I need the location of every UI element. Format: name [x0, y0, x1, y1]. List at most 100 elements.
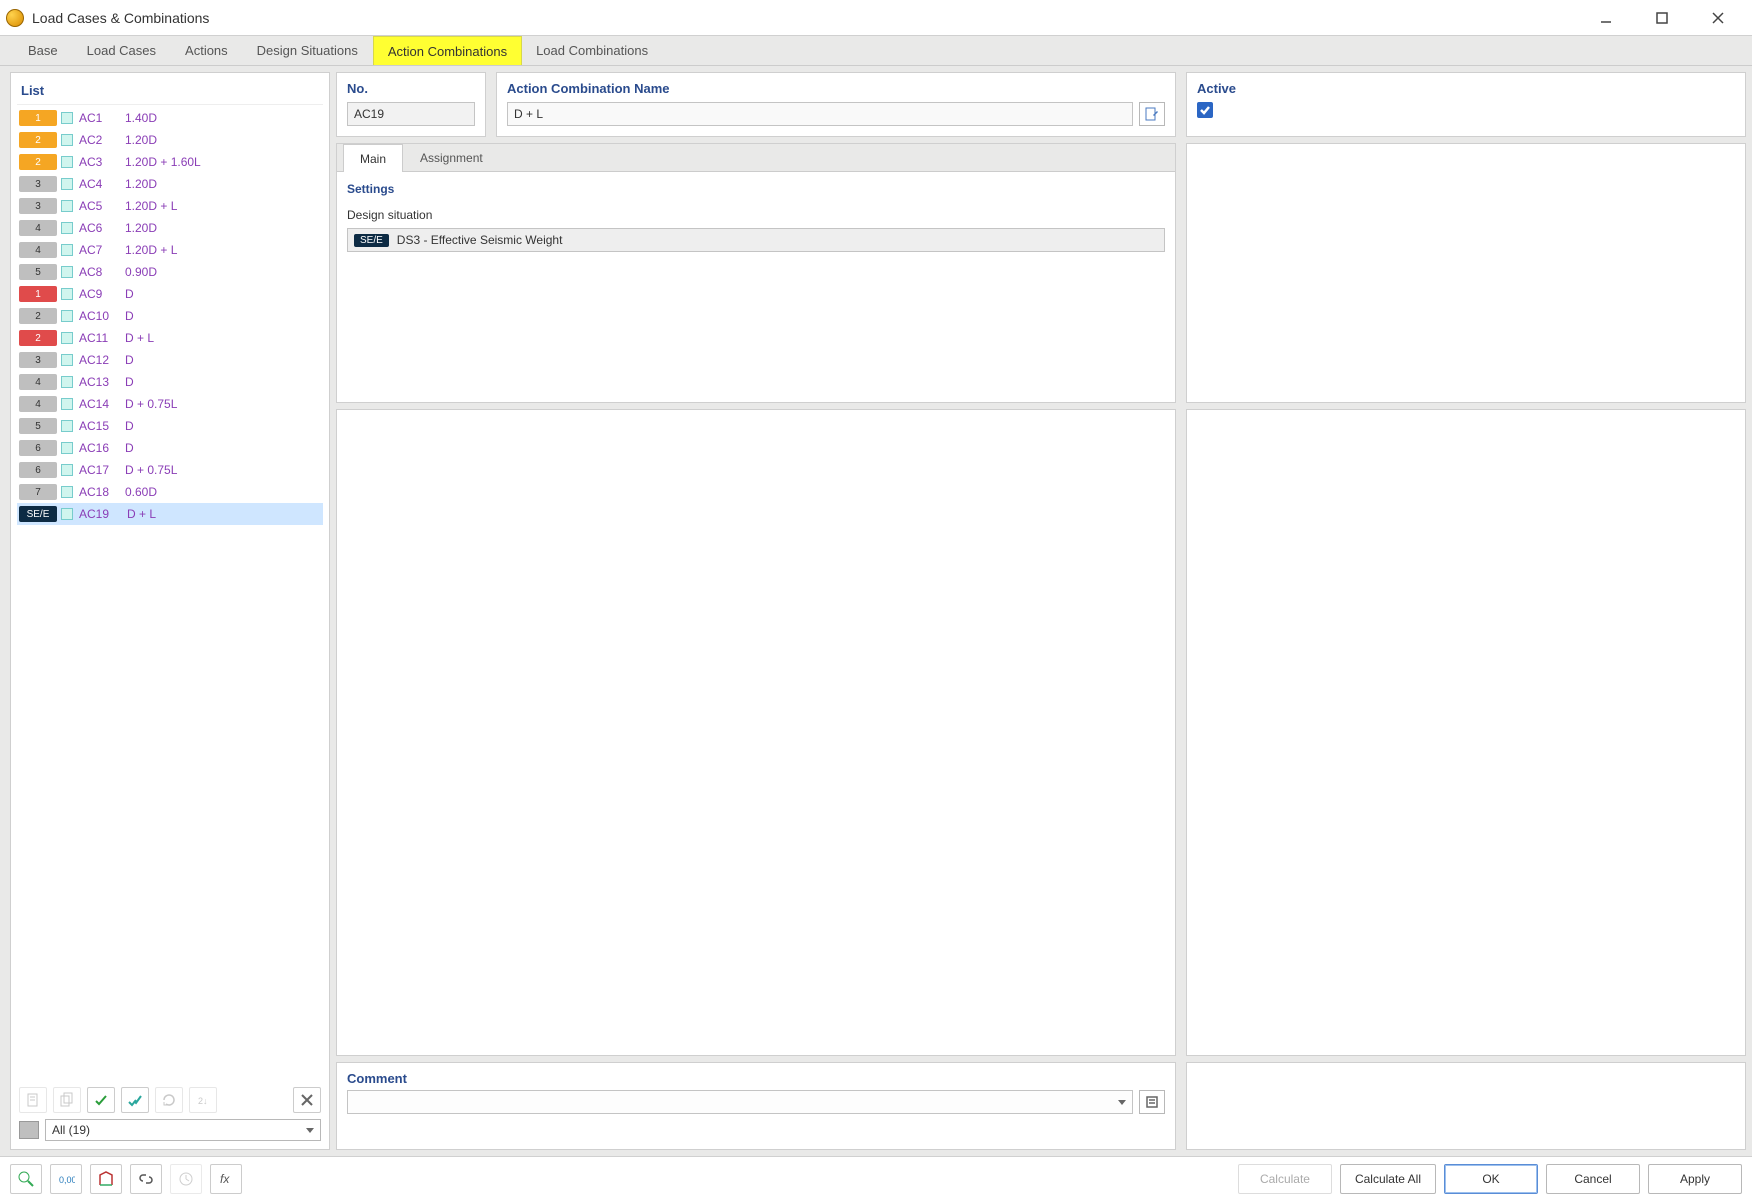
- minimize-button[interactable]: [1578, 0, 1634, 36]
- cancel-button[interactable]: Cancel: [1546, 1164, 1640, 1194]
- list-item[interactable]: 4AC71.20D + L: [17, 239, 323, 261]
- list-item-code: AC1: [79, 111, 125, 125]
- list-item[interactable]: 2AC31.20D + 1.60L: [17, 151, 323, 173]
- tb-search[interactable]: [10, 1164, 42, 1194]
- subtab-assignment[interactable]: Assignment: [403, 144, 500, 171]
- calculate-button[interactable]: Calculate: [1238, 1164, 1332, 1194]
- list-item[interactable]: 6 AC17D + 0.75L: [17, 459, 323, 481]
- list-item-code: AC2: [79, 133, 125, 147]
- tool-delete[interactable]: [293, 1087, 321, 1113]
- list-toolbar: 2↓: [17, 1081, 323, 1117]
- list-item[interactable]: SE/EAC19D + L: [17, 503, 323, 525]
- list-item-name: 1.20D: [125, 177, 323, 191]
- list-item-color-swatch: [61, 464, 73, 476]
- comment-header: Comment: [337, 1063, 1175, 1090]
- subtab-main[interactable]: Main: [343, 144, 403, 172]
- tb-units[interactable]: 0,00: [50, 1164, 82, 1194]
- list-item-code: AC12: [79, 353, 125, 367]
- tool-check-green[interactable]: [87, 1087, 115, 1113]
- list-item-code: AC6: [79, 221, 125, 235]
- calculate-all-button[interactable]: Calculate All: [1340, 1164, 1436, 1194]
- list-item-color-swatch: [61, 222, 73, 234]
- tab-load-cases[interactable]: Load Cases: [73, 36, 171, 65]
- list-item-name: D: [125, 419, 323, 433]
- tb-recompute[interactable]: [170, 1164, 202, 1194]
- list-item[interactable]: 2AC11D + L: [17, 327, 323, 349]
- tab-load-combinations[interactable]: Load Combinations: [522, 36, 663, 65]
- active-card: Active: [1186, 72, 1746, 137]
- name-card: Action Combination Name D + L: [496, 72, 1176, 137]
- tool-new[interactable]: [19, 1087, 47, 1113]
- list-item-name: D + L: [125, 507, 323, 521]
- comment-library-button[interactable]: [1139, 1090, 1165, 1114]
- design-situation-field[interactable]: SE/E DS3 - Effective Seismic Weight: [347, 228, 1165, 252]
- list-item-color-swatch: [61, 266, 73, 278]
- list-item-name: 0.90D: [125, 265, 323, 279]
- no-field[interactable]: AC19: [347, 102, 475, 126]
- filter-color-swatch[interactable]: [19, 1121, 39, 1139]
- list-area[interactable]: 1AC11.40D2AC21.20D2AC31.20D + 1.60L3AC41…: [17, 104, 323, 1081]
- tb-structure[interactable]: [90, 1164, 122, 1194]
- list-item[interactable]: 5AC80.90D: [17, 261, 323, 283]
- list-item-name: D + 0.75L: [125, 463, 323, 477]
- list-item-badge: 7: [19, 484, 57, 500]
- filter-label: All (19): [52, 1123, 90, 1137]
- settings-subtabs: Main Assignment: [337, 144, 1175, 172]
- chevron-down-icon: [1118, 1100, 1126, 1105]
- list-item-color-swatch: [61, 288, 73, 300]
- filter-row: All (19): [17, 1117, 323, 1143]
- list-item[interactable]: 6AC16D: [17, 437, 323, 459]
- list-item-color-swatch: [61, 376, 73, 388]
- list-item[interactable]: 5AC15D: [17, 415, 323, 437]
- settings-section-header: Settings: [347, 178, 1165, 204]
- design-situation-chip: SE/E: [354, 234, 389, 247]
- active-checkbox[interactable]: [1197, 102, 1213, 118]
- list-item[interactable]: 2AC21.20D: [17, 129, 323, 151]
- list-item[interactable]: 2AC10D: [17, 305, 323, 327]
- tab-design-situations[interactable]: Design Situations: [243, 36, 373, 65]
- chevron-down-icon: [306, 1128, 314, 1133]
- no-header: No.: [337, 73, 485, 102]
- ok-button[interactable]: OK: [1444, 1164, 1538, 1194]
- list-item-name: 1.20D: [125, 133, 323, 147]
- tb-formula[interactable]: fx: [210, 1164, 242, 1194]
- svg-text:2↓: 2↓: [198, 1096, 208, 1106]
- list-item[interactable]: 3AC12D: [17, 349, 323, 371]
- list-item-code: AC8: [79, 265, 125, 279]
- list-item[interactable]: 4AC14D + 0.75L: [17, 393, 323, 415]
- tab-base[interactable]: Base: [14, 36, 73, 65]
- tab-actions[interactable]: Actions: [171, 36, 243, 65]
- comment-input[interactable]: [347, 1090, 1133, 1114]
- apply-button[interactable]: Apply: [1648, 1164, 1742, 1194]
- list-item-code: AC4: [79, 177, 125, 191]
- list-item-badge: 2: [19, 154, 57, 170]
- list-item[interactable]: 4AC13D: [17, 371, 323, 393]
- close-button[interactable]: [1690, 0, 1746, 36]
- list-item-code: AC17: [79, 463, 125, 477]
- design-situation-value: DS3 - Effective Seismic Weight: [397, 233, 563, 247]
- window-title: Load Cases & Combinations: [32, 10, 209, 26]
- left-fill-card: [336, 409, 1176, 1056]
- tb-link[interactable]: [130, 1164, 162, 1194]
- svg-text:0,00: 0,00: [59, 1175, 75, 1185]
- list-item-badge: 6: [19, 462, 57, 478]
- tool-copy[interactable]: [53, 1087, 81, 1113]
- maximize-button[interactable]: [1634, 0, 1690, 36]
- name-field[interactable]: D + L: [507, 102, 1133, 126]
- list-item[interactable]: 3AC41.20D: [17, 173, 323, 195]
- list-item-badge: 3: [19, 352, 57, 368]
- settings-card: Main Assignment Settings Design situatio…: [336, 143, 1176, 403]
- list-item[interactable]: 1AC11.40D: [17, 107, 323, 129]
- tool-check-teal[interactable]: [121, 1087, 149, 1113]
- name-header: Action Combination Name: [497, 73, 1175, 102]
- list-item[interactable]: 7AC180.60D: [17, 481, 323, 503]
- filter-select[interactable]: All (19): [45, 1119, 321, 1141]
- list-item[interactable]: 3AC51.20D + L: [17, 195, 323, 217]
- list-item-name: D + L: [125, 331, 323, 345]
- list-item[interactable]: 1AC9D: [17, 283, 323, 305]
- tab-action-combinations[interactable]: Action Combinations: [373, 36, 522, 65]
- tool-sort[interactable]: 2↓: [189, 1087, 217, 1113]
- list-item[interactable]: 4AC61.20D: [17, 217, 323, 239]
- tool-refresh[interactable]: [155, 1087, 183, 1113]
- edit-name-button[interactable]: [1139, 102, 1165, 126]
